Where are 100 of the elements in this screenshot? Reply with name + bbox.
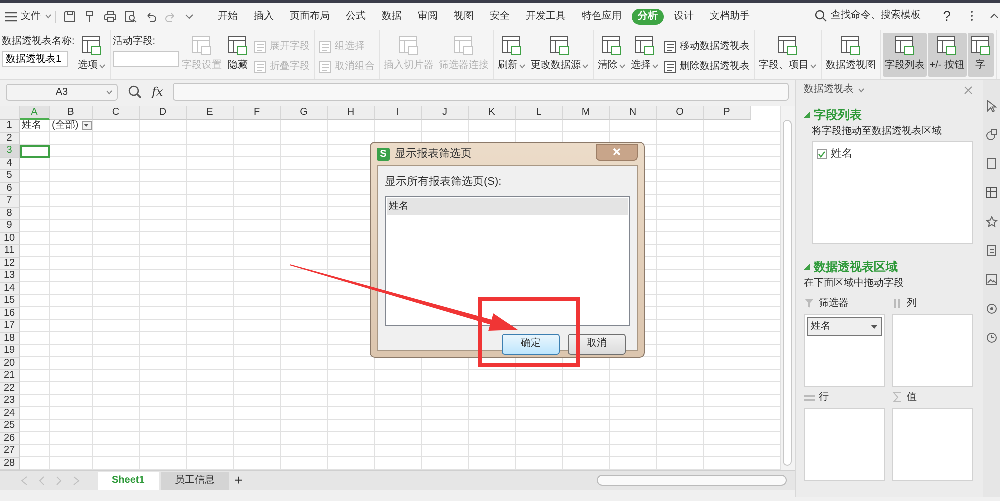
ribbon-button[interactable]: +/- 按钮 — [928, 33, 967, 77]
dropdown-icon[interactable] — [185, 12, 194, 21]
row-header[interactable]: 6 — [0, 182, 20, 195]
row-header[interactable]: 26 — [0, 432, 20, 445]
file-menu[interactable]: 文件 — [2, 8, 55, 24]
paint-brush-icon[interactable] — [84, 10, 96, 22]
column-header[interactable]: N — [610, 106, 657, 120]
collapse-icon[interactable] — [990, 13, 998, 20]
more-icon[interactable] — [970, 10, 974, 22]
row-header[interactable]: 2 — [0, 132, 20, 145]
close-button[interactable] — [596, 144, 638, 160]
cursor-icon[interactable] — [986, 100, 998, 112]
menu-tab[interactable]: 数据 — [376, 8, 408, 24]
ribbon-button[interactable]: 移动数据透视表 — [662, 37, 752, 57]
menu-tab[interactable]: 视图 — [448, 8, 480, 24]
row-header[interactable]: 28 — [0, 458, 20, 470]
printer-icon[interactable] — [104, 10, 117, 22]
panel-title[interactable]: 数据透视表 — [804, 84, 865, 96]
row-header[interactable]: 23 — [0, 395, 20, 408]
menu-tab[interactable]: 审阅 — [412, 8, 444, 24]
ribbon-button[interactable]: 选项 — [76, 33, 108, 77]
row-header[interactable]: 5 — [0, 170, 20, 182]
column-header[interactable]: J — [422, 106, 469, 120]
column-header[interactable]: L — [516, 106, 563, 120]
table-icon[interactable] — [986, 187, 998, 199]
horizontal-scrollbar[interactable] — [597, 475, 787, 486]
row-header[interactable]: 24 — [0, 408, 20, 420]
collapse-triangle-icon[interactable] — [804, 112, 810, 118]
ribbon-button[interactable]: 隐藏 — [224, 33, 251, 77]
collapse-triangle-icon[interactable] — [804, 264, 810, 270]
column-header[interactable]: O — [657, 106, 704, 120]
row-header[interactable]: 18 — [0, 332, 20, 345]
checkbox[interactable] — [817, 149, 827, 160]
close-icon[interactable] — [964, 86, 973, 94]
column-header[interactable]: G — [281, 106, 328, 120]
column-header[interactable]: E — [187, 106, 234, 120]
help-button[interactable]: ? — [940, 6, 954, 27]
ribbon-button[interactable]: 清除 — [596, 33, 628, 77]
image-icon[interactable] — [986, 274, 998, 286]
column-header[interactable]: H — [328, 106, 375, 120]
row-header[interactable]: 20 — [0, 358, 20, 370]
save-icon[interactable] — [64, 10, 76, 22]
dialog-button[interactable]: 取消 — [568, 334, 626, 354]
row-header[interactable]: 27 — [0, 445, 20, 458]
circle-icon[interactable] — [986, 303, 998, 315]
row-header[interactable]: 16 — [0, 308, 20, 320]
menu-tab[interactable]: 安全 — [484, 8, 516, 24]
page-icon[interactable] — [986, 158, 998, 170]
menu-tab[interactable]: 页面布局 — [284, 8, 336, 24]
row-header[interactable]: 7 — [0, 195, 20, 208]
column-header[interactable]: I — [375, 106, 422, 120]
zoom-icon[interactable] — [128, 85, 142, 99]
row-header[interactable]: 4 — [0, 158, 20, 170]
menu-tab[interactable]: 公式 — [340, 8, 372, 24]
dialog-button[interactable]: 确定 — [502, 334, 560, 354]
column-header[interactable]: D — [140, 106, 187, 120]
print-preview-icon[interactable] — [125, 10, 137, 22]
row-header[interactable]: 11 — [0, 245, 20, 258]
ribbon-button[interactable]: 选择 — [628, 33, 661, 77]
ribbon-button[interactable]: 更改数据源 — [528, 33, 591, 77]
list-box[interactable]: 姓名 — [385, 196, 630, 326]
text-field[interactable] — [112, 51, 179, 67]
row-header[interactable]: 8 — [0, 208, 20, 220]
menu-tab[interactable]: 设计 — [668, 8, 700, 24]
row-header[interactable]: 19 — [0, 345, 20, 358]
formula-field[interactable] — [173, 83, 789, 101]
ribbon-button[interactable]: 刷新 — [496, 33, 528, 77]
name-box[interactable]: A3 — [6, 84, 118, 100]
row-header[interactable]: 25 — [0, 420, 20, 432]
row-header[interactable]: 14 — [0, 282, 20, 295]
column-header[interactable]: K — [469, 106, 516, 120]
row-header[interactable]: 21 — [0, 370, 20, 382]
column-header[interactable]: M — [563, 106, 610, 120]
active-cell[interactable] — [20, 145, 50, 158]
shape-icon[interactable] — [986, 129, 998, 141]
ribbon-button[interactable]: 字段、项目 — [756, 33, 819, 77]
row-header[interactable]: 10 — [0, 232, 20, 245]
clock-icon[interactable] — [986, 332, 998, 344]
ribbon-button[interactable]: 删除数据透视表 — [662, 57, 752, 77]
row-header[interactable]: 22 — [0, 382, 20, 395]
menu-tab[interactable]: 特色应用 — [576, 8, 628, 24]
add-sheet-button[interactable]: + — [234, 472, 243, 489]
row-header[interactable]: 13 — [0, 270, 20, 282]
row-header[interactable]: 12 — [0, 258, 20, 270]
area-field[interactable]: 姓名 — [807, 317, 882, 336]
text-field[interactable]: 数据透视表1 — [2, 51, 68, 67]
row-header[interactable]: 17 — [0, 320, 20, 332]
row-header[interactable]: 15 — [0, 295, 20, 308]
column-header[interactable]: P — [704, 106, 751, 120]
ribbon-button[interactable]: 数据透视图 — [824, 33, 878, 77]
undo-icon[interactable] — [145, 10, 157, 22]
menu-tab[interactable]: 文档助手 — [704, 8, 756, 24]
menu-tab[interactable]: 插入 — [248, 8, 280, 24]
sheet-tab[interactable]: Sheet1 — [98, 472, 159, 490]
drop-zone[interactable]: 姓名 — [804, 314, 885, 387]
column-header[interactable]: B — [50, 106, 93, 120]
star-icon[interactable] — [986, 216, 998, 228]
menu-tab[interactable]: 开发工具 — [520, 8, 572, 24]
sheet-tab[interactable]: 员工信息 — [160, 472, 229, 490]
column-header[interactable]: C — [93, 106, 140, 120]
